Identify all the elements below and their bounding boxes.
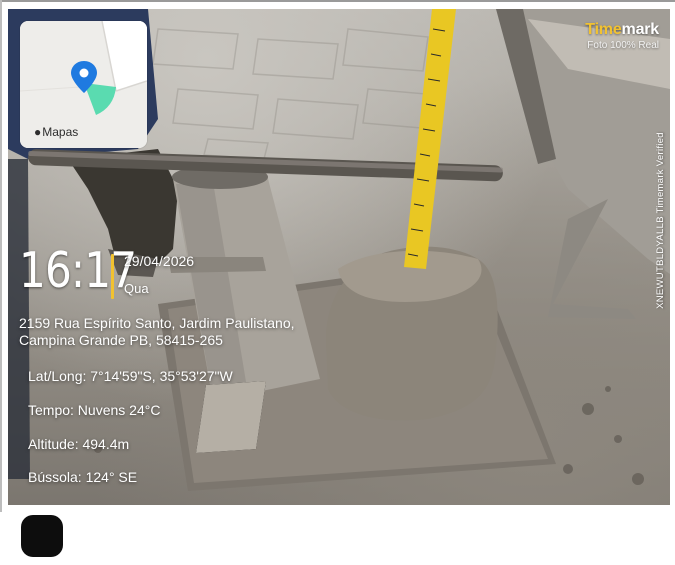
verified-text: XNEWUTBLDYALLB Timemark Verified [654,131,666,309]
brand-name: Timemark [585,21,659,39]
brand-name-part2: mark [621,21,660,38]
stamp-weather: Tempo: Nuvens 24°C [28,402,161,418]
map-thumbnail[interactable]: ● Mapas [20,21,147,148]
avatar[interactable] [21,515,63,557]
photo[interactable]: ● Mapas Timemark Foto 100% Real XNEWUTBL… [8,9,670,505]
verified-watermark: XNEWUTBLDYALLB Timemark Verified [653,105,667,335]
stamp-compass: Bússola: 124° SE [28,469,138,485]
address-line-1: 2159 Rua Espírito Santo, Jardim Paulista… [19,315,295,331]
map-label-text: Mapas [42,125,79,139]
top-border [0,0,675,2]
stamp-weekday: Qua [124,281,149,296]
stamp-altitude: Altitude: 494.4m [28,436,130,452]
stamp-address: 2159 Rua Espírito Santo, Jardim Paulista… [19,315,339,349]
stamp-time: 16:17 [19,242,137,299]
brand-subtitle: Foto 100% Real [587,40,659,51]
left-border [0,0,2,512]
stamp-coordinates: Lat/Long: 7°14'59"S, 35°53'27"W [28,368,233,384]
address-line-2: Campina Grande PB, 58415-265 [19,332,223,348]
brand-name-part1: Time [585,21,622,38]
stamp-divider [111,254,114,299]
timemark-brand: Timemark Foto 100% Real [585,21,659,51]
map-label: ● Mapas [34,125,78,139]
apple-logo-icon: ● [34,125,42,139]
stamp-date: 29/04/2026 [124,253,195,269]
